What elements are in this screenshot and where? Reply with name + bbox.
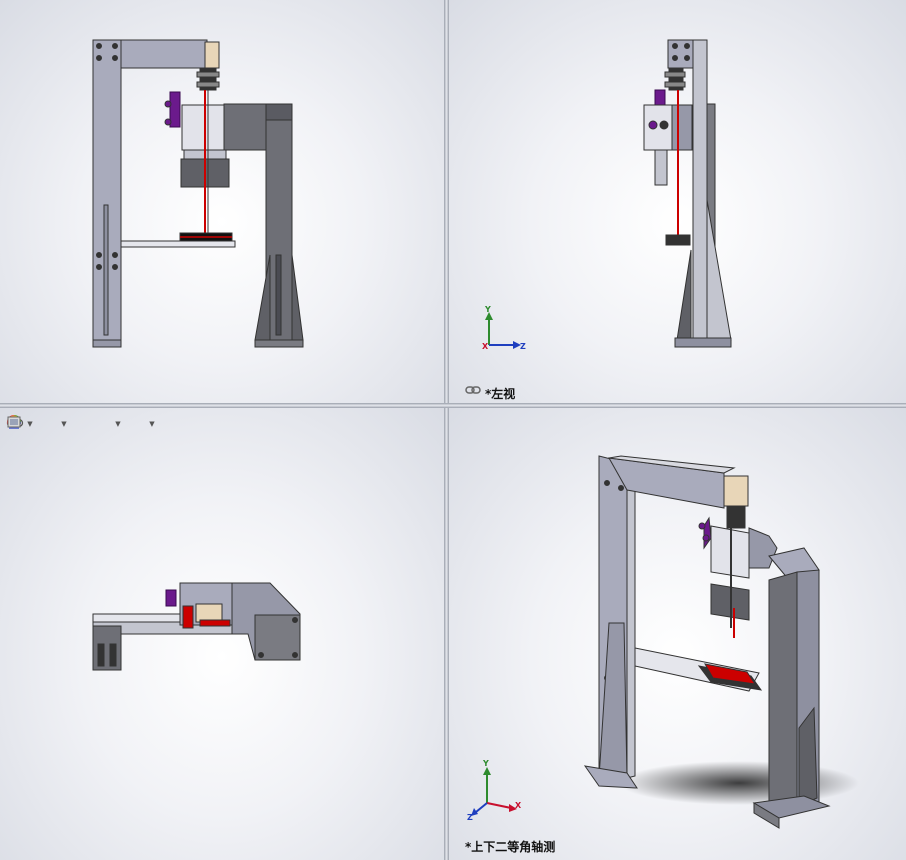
viewport-top[interactable]: ▼ ▼ ▼ ▼ (0, 408, 444, 860)
side-column (692, 39, 708, 348)
triad-y-label: Y (484, 305, 491, 314)
isometric-view-drawing: Y Z X (467, 455, 859, 829)
triad-z-label: Z (520, 342, 526, 351)
top-view-drawing (92, 582, 301, 671)
viewport-left[interactable]: Y Z X *左视 (449, 0, 906, 403)
triad-x-label: X (482, 342, 489, 351)
axis-triad: Y Z X (482, 305, 526, 351)
top-beam (120, 39, 208, 69)
chain-link-icon[interactable] (465, 385, 481, 395)
view-name-label: *左视 (485, 387, 516, 401)
front-view-drawing (92, 39, 304, 348)
viewport-front[interactable] (0, 0, 444, 403)
axis-triad-iso: Y Z X (467, 759, 522, 822)
iso-triad-z-label: Z (467, 813, 473, 822)
left-view-drawing: Y Z X (482, 39, 732, 351)
camera-body (204, 41, 220, 69)
right-arm (223, 103, 267, 151)
iso-triad-y-label: Y (482, 759, 489, 768)
viewport-isometric[interactable]: Y Z X *上下二等角轴测 (449, 408, 906, 860)
red-tray-top (182, 605, 194, 629)
purple-knob (169, 91, 181, 128)
slide-plate (181, 104, 225, 151)
platform (120, 240, 236, 248)
ground-shadow (619, 761, 859, 805)
iso-triad-x-label: X (515, 801, 522, 810)
iso-view-name-label: *上下二等角轴测 (465, 840, 556, 854)
